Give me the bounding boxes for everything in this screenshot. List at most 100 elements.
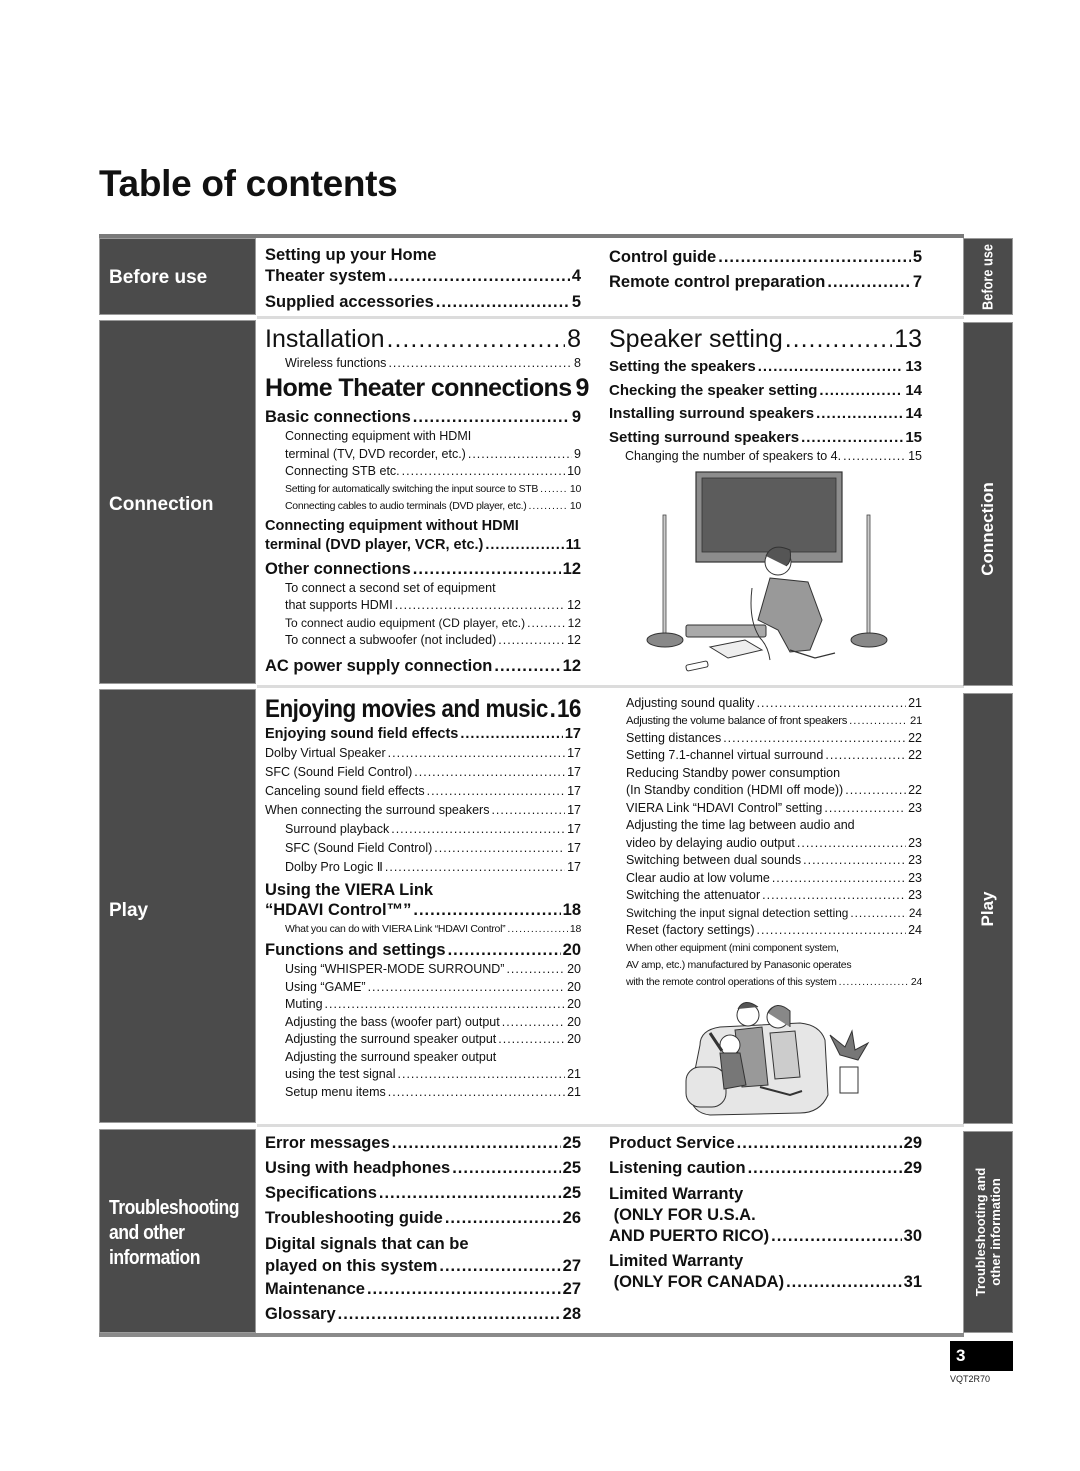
toc-entry[interactable]: Error messages25 [265,1131,581,1156]
toc-entry[interactable]: Glossary28 [265,1302,581,1327]
toc-chapter-home-theater-connections[interactable]: Home Theater connections 9 [265,373,589,403]
toc-entry[interactable]: Switching the attenuator23 [626,887,922,905]
toc-entry[interactable]: Adjusting the surround speaker output20 [265,1031,581,1049]
toc-entry[interactable]: Functions and settings20 [265,939,581,961]
section-label-troubleshooting: Troubleshooting and other information [99,1129,256,1333]
section-label-text: Play [109,900,149,921]
toc-entry[interactable]: AND PUERTO RICO)30 [609,1226,922,1247]
toc-entry[interactable]: VIERA Link “HDAVI Control” setting23 [626,800,922,818]
toc-entry[interactable]: Setting for automatically switching the … [265,481,581,498]
toc-entry[interactable]: Connecting cables to audio terminals (DV… [265,498,581,515]
toc-entry[interactable]: When other equipment (mini component sys… [626,940,922,957]
toc-chapter-enjoying[interactable]: Enjoying movies and music16 [265,693,581,725]
toc-entry[interactable]: Setting distances22 [626,730,922,748]
toc-entry[interactable]: Using “WHISPER-MODE SURROUND”20 [265,961,581,979]
toc-entry[interactable]: Dolby Virtual Speaker17 [265,744,581,763]
toc-entry[interactable]: Checking the speaker setting14 [609,379,922,403]
toc-entry[interactable]: Connecting equipment with HDMI [265,428,581,446]
toc-entry[interactable]: Using “GAME”20 [265,979,581,997]
troubleshooting-left-column: Error messages25 Using with headphones25… [265,1131,581,1327]
toc-entry[interactable]: Setting the speakers13 [609,355,922,379]
page-title: Table of contents [99,163,398,204]
toc-entry[interactable]: (ONLY FOR CANADA)31 [609,1272,922,1293]
toc-entry[interactable]: AV amp, etc.) manufactured by Panasonic … [626,957,922,974]
toc-entry[interactable]: Listening caution29 [609,1156,922,1181]
toc-entry[interactable]: Dolby Pro Logic Ⅱ17 [265,858,581,877]
toc-entry[interactable]: Setting 7.1-channel virtual surround22 [626,747,922,765]
toc-entry[interactable]: Control guide5 [609,245,922,269]
toc-entry[interactable]: Using with headphones25 [265,1156,581,1181]
side-tab-play[interactable]: Play [963,693,1013,1124]
toc-entry[interactable]: Using the VIERA Link [265,880,581,900]
section-label-play: Play [99,689,256,1123]
toc-entry[interactable]: When connecting the surround speakers17 [265,801,581,820]
toc-entry[interactable]: Surround playback17 [265,820,581,839]
toc-entry[interactable]: played on this system27 [265,1255,581,1277]
toc-entry[interactable]: Supplied accessories5 [265,290,581,314]
bottom-rule [99,1333,964,1337]
section-label-text: Before use [109,267,208,288]
toc-entry[interactable]: To connect audio equipment (CD player, e… [265,615,581,633]
section-label-line: Troubleshooting [109,1197,239,1219]
document-code: VQT2R70 [950,1374,991,1384]
toc-entry[interactable]: To connect a subwoofer (not included)12 [265,632,581,650]
toc-entry[interactable]: with the remote control operations of th… [626,974,922,991]
toc-entry[interactable]: Enjoying sound field effects17 [265,725,581,744]
toc-entry[interactable]: Switching the input signal detection set… [626,905,922,923]
toc-entry[interactable]: Clear audio at low volume23 [626,870,922,888]
toc-entry[interactable]: What you can do with VIERA Link “HDAVI C… [265,920,581,938]
section-divider [257,1124,964,1127]
man-connecting-tv-illustration [646,471,888,672]
toc-entry[interactable]: Setting up your Home [265,245,581,266]
section-label-text: Connection [109,494,214,515]
toc-entry[interactable]: Switching between dual sounds23 [626,852,922,870]
toc-entry[interactable]: video by delaying audio output23 [626,835,922,853]
toc-entry[interactable]: Adjusting sound quality21 [626,695,922,713]
toc-entry[interactable]: Canceling sound field effects17 [265,782,581,801]
toc-entry[interactable]: Adjusting the time lag between audio and [626,817,922,835]
toc-entry[interactable]: terminal (DVD player, VCR, etc.)11 [265,536,581,556]
toc-entry[interactable]: Limited Warranty [609,1184,922,1205]
toc-entry[interactable]: Adjusting the surround speaker output [265,1049,581,1067]
toc-entry[interactable]: Maintenance27 [265,1277,581,1302]
toc-entry[interactable]: Reducing Standby power consumption [626,765,922,783]
toc-entry[interactable]: Adjusting the volume balance of front sp… [626,713,922,730]
toc-entry[interactable]: Connecting equipment without HDMI [265,517,581,537]
toc-entry[interactable]: Changing the number of speakers to 4.15 [609,449,922,463]
toc-entry[interactable]: using the test signal21 [265,1066,581,1084]
toc-chapter-installation[interactable]: Installation8 [265,322,581,356]
toc-entry[interactable]: SFC (Sound Field Control)17 [265,839,581,858]
toc-entry[interactable]: Other connections12 [265,558,581,580]
toc-entry[interactable]: Limited Warranty [609,1251,922,1272]
toc-entry[interactable]: To connect a second set of equipment [265,580,581,598]
toc-entry[interactable]: Connecting STB etc.10 [265,463,581,481]
connection-left-column: Installation8 Wireless functions8 Home T… [265,322,589,678]
toc-entry[interactable]: SFC (Sound Field Control)17 [265,763,581,782]
section-label-line: and other [109,1222,185,1244]
toc-entry[interactable]: Basic connections9 [265,406,581,428]
toc-entry[interactable]: Product Service29 [609,1131,922,1156]
toc-entry[interactable]: Troubleshooting guide26 [265,1206,581,1231]
toc-entry[interactable]: Remote control preparation7 [609,270,922,294]
toc-entry[interactable]: Setting surround speakers15 [609,426,922,450]
toc-entry[interactable]: Muting20 [265,996,581,1014]
toc-entry[interactable]: Wireless functions8 [265,356,581,370]
toc-entry[interactable]: Reset (factory settings)24 [626,922,922,940]
toc-entry[interactable]: Theater system4 [265,266,581,287]
toc-entry[interactable]: AC power supply connection12 [265,654,581,678]
toc-entry[interactable]: (ONLY FOR U.S.A. [609,1205,922,1226]
side-tab-before-use[interactable]: Before use [963,238,1013,315]
toc-entry[interactable]: “HDAVI Control™”18 [265,900,581,920]
toc-entry[interactable]: Adjusting the bass (woofer part) output2… [265,1014,581,1032]
toc-entry[interactable]: that supports HDMI12 [265,597,581,615]
toc-entry[interactable]: (In Standby condition (HDMI off mode))22 [626,782,922,800]
side-tab-troubleshooting[interactable]: Troubleshooting and other information [963,1131,1013,1333]
side-tab-connection[interactable]: Connection [963,322,1013,686]
toc-entry[interactable]: Setup menu items21 [265,1084,581,1102]
toc-entry[interactable]: terminal (TV, DVD recorder, etc.)9 [265,446,581,464]
toc-entry[interactable]: Digital signals that can be [265,1233,581,1255]
toc-entry[interactable]: Specifications25 [265,1181,581,1206]
toc-chapter-speaker-setting[interactable]: Speaker setting13 [609,322,922,356]
side-tab-label: Before use [979,243,997,310]
toc-entry[interactable]: Installing surround speakers14 [609,402,922,426]
